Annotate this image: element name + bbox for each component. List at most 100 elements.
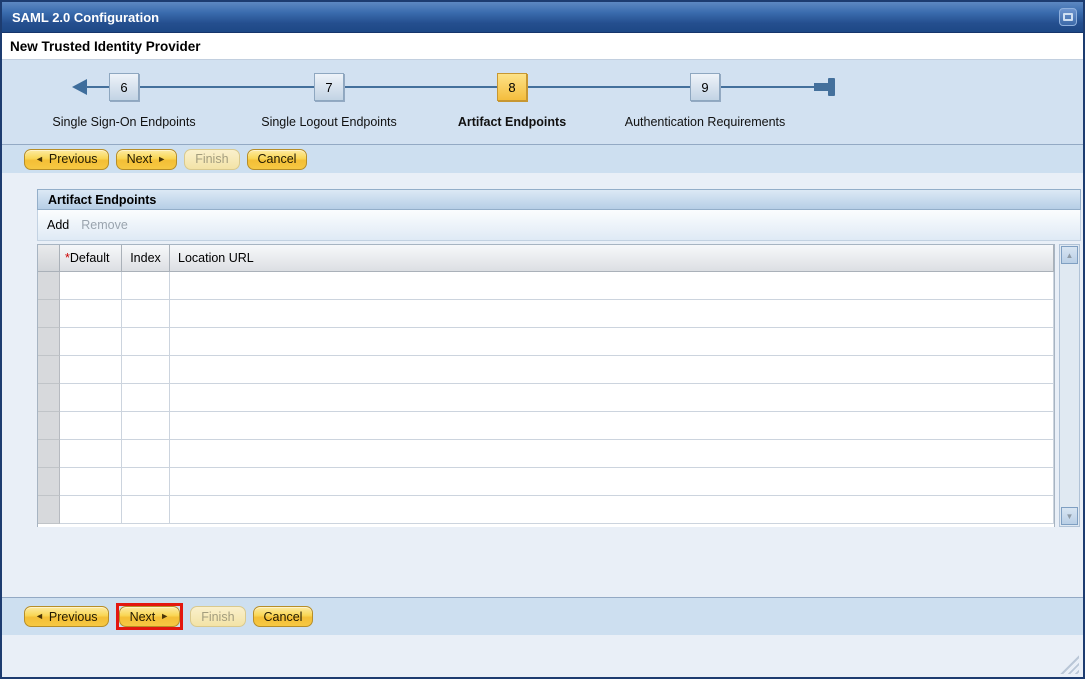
index-cell — [122, 440, 170, 468]
titlebar: SAML 2.0 Configuration — [2, 2, 1083, 33]
step-number-box[interactable]: 6 — [109, 73, 139, 101]
step-label: Authentication Requirements — [595, 115, 815, 129]
row-selector-cell[interactable] — [38, 272, 60, 300]
index-cell — [122, 468, 170, 496]
maximize-button[interactable] — [1059, 8, 1077, 26]
location-url-cell — [170, 468, 1054, 496]
wizard-step-artifact-endpoints[interactable]: 8 Artifact Endpoints — [402, 73, 622, 129]
default-cell — [60, 384, 122, 412]
next-button[interactable]: Next ► — [119, 606, 181, 627]
previous-button-label: Previous — [49, 152, 98, 166]
cancel-button[interactable]: Cancel — [247, 149, 308, 170]
table-row — [38, 272, 1054, 300]
add-button[interactable]: Add — [47, 218, 69, 232]
row-selector-cell[interactable] — [38, 412, 60, 440]
index-cell — [122, 496, 170, 524]
remove-button[interactable]: Remove — [81, 218, 128, 232]
finish-button-label: Finish — [195, 152, 228, 166]
previous-button[interactable]: ◄ Previous — [24, 149, 109, 170]
wizard-button-row-bottom: ◄ Previous Next ► Finish Cancel — [2, 597, 1083, 635]
index-cell — [122, 356, 170, 384]
wizard-step-authentication-requirements[interactable]: 9 Authentication Requirements — [595, 73, 815, 129]
default-cell — [60, 468, 122, 496]
panel-header: Artifact Endpoints — [37, 189, 1081, 210]
table-row — [38, 412, 1054, 440]
location-url-cell — [170, 440, 1054, 468]
wizard-step-single-sign-on-endpoints[interactable]: 6 Single Sign-On Endpoints — [14, 73, 234, 129]
roadmap-end-marker-bar — [828, 78, 835, 96]
index-cell — [122, 300, 170, 328]
next-arrow-icon: ► — [160, 612, 169, 621]
scroll-up-button[interactable]: ▲ — [1061, 246, 1078, 264]
page-title: New Trusted Identity Provider — [10, 39, 201, 54]
location-url-cell — [170, 328, 1054, 356]
row-selector-cell[interactable] — [38, 440, 60, 468]
column-header-location-url: Location URL — [170, 245, 1054, 272]
next-button-label: Next — [127, 152, 153, 166]
finish-button[interactable]: Finish — [184, 149, 239, 170]
index-cell — [122, 272, 170, 300]
row-selector-cell[interactable] — [38, 468, 60, 496]
index-cell — [122, 384, 170, 412]
default-cell — [60, 356, 122, 384]
next-button[interactable]: Next ► — [116, 149, 178, 170]
column-header-row-selector — [38, 245, 60, 272]
table-header-row: *Default Index Location URL — [38, 245, 1054, 272]
column-header-default: *Default — [60, 245, 122, 272]
row-selector-cell[interactable] — [38, 328, 60, 356]
index-cell — [122, 412, 170, 440]
step-number-box[interactable]: 7 — [314, 73, 344, 101]
row-selector-cell[interactable] — [38, 384, 60, 412]
default-cell — [60, 412, 122, 440]
location-url-cell — [170, 412, 1054, 440]
scroll-down-button[interactable]: ▼ — [1061, 507, 1078, 525]
row-selector-cell[interactable] — [38, 300, 60, 328]
table-row — [38, 328, 1054, 356]
wizard-roadmap: 6 Single Sign-On Endpoints 7 Single Logo… — [2, 60, 1083, 145]
table-row — [38, 384, 1054, 412]
location-url-cell — [170, 356, 1054, 384]
artifact-endpoints-table: *Default Index Location URL — [37, 244, 1055, 527]
table-zone: *Default Index Location URL — [37, 244, 1081, 527]
previous-arrow-icon: ◄ — [35, 155, 44, 164]
row-selector-cell[interactable] — [38, 356, 60, 384]
index-cell — [122, 328, 170, 356]
previous-arrow-icon: ◄ — [35, 612, 44, 621]
location-url-cell — [170, 300, 1054, 328]
cancel-button-label: Cancel — [264, 610, 303, 624]
artifact-endpoints-panel: Artifact Endpoints Add Remove *Default I… — [37, 189, 1081, 527]
location-url-cell — [170, 272, 1054, 300]
cancel-button[interactable]: Cancel — [253, 606, 314, 627]
default-cell — [60, 496, 122, 524]
table-scrollbar[interactable]: ▲ ▼ — [1059, 244, 1080, 527]
column-header-index: Index — [122, 245, 170, 272]
footer — [2, 635, 1083, 677]
previous-button[interactable]: ◄ Previous — [24, 606, 109, 627]
finish-button[interactable]: Finish — [190, 606, 245, 627]
resize-grip-icon[interactable] — [1057, 652, 1079, 674]
window-title: SAML 2.0 Configuration — [12, 10, 159, 25]
table-row — [38, 496, 1054, 524]
default-cell — [60, 300, 122, 328]
maximize-icon — [1063, 13, 1073, 21]
table-row — [38, 356, 1054, 384]
table-row — [38, 300, 1054, 328]
panel-title: Artifact Endpoints — [48, 193, 156, 207]
saml-configuration-window: SAML 2.0 Configuration New Trusted Ident… — [0, 0, 1085, 679]
step-number-box[interactable]: 8 — [497, 73, 527, 101]
step-label: Single Sign-On Endpoints — [14, 115, 234, 129]
table-row — [38, 468, 1054, 496]
content-area: Artifact Endpoints Add Remove *Default I… — [2, 173, 1083, 597]
location-url-cell — [170, 384, 1054, 412]
step-number-box[interactable]: 9 — [690, 73, 720, 101]
next-arrow-icon: ► — [157, 155, 166, 164]
heading-strip: New Trusted Identity Provider — [2, 33, 1083, 60]
default-cell — [60, 328, 122, 356]
finish-button-label: Finish — [201, 610, 234, 624]
cancel-button-label: Cancel — [258, 152, 297, 166]
next-button-highlight-box: Next ► — [116, 603, 184, 630]
row-selector-cell[interactable] — [38, 496, 60, 524]
previous-button-label: Previous — [49, 610, 98, 624]
scroll-down-icon: ▼ — [1066, 512, 1074, 521]
scroll-up-icon: ▲ — [1066, 251, 1074, 260]
